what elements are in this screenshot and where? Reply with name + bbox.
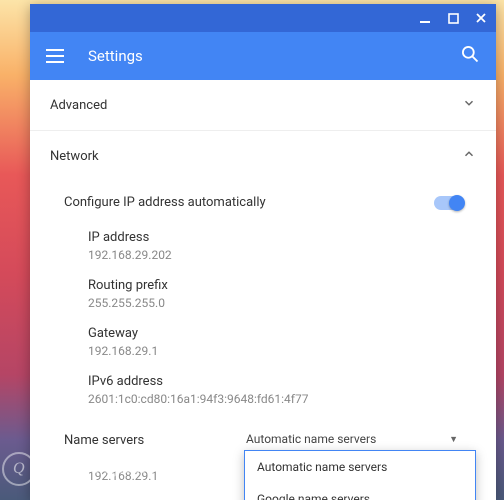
minimize-button[interactable] xyxy=(418,11,432,25)
name-servers-label: Name servers xyxy=(64,433,244,448)
page-title: Settings xyxy=(88,47,460,65)
section-network-label: Network xyxy=(50,149,99,164)
section-advanced: Advanced xyxy=(30,80,496,131)
settings-window: Settings Advanced Network xyxy=(30,4,496,500)
search-icon[interactable] xyxy=(460,44,480,68)
ipv6-label: IPv6 address xyxy=(88,374,476,389)
ip-address-value: 192.168.29.202 xyxy=(88,248,476,262)
ip-address-label: IP address xyxy=(88,230,476,245)
name-servers-dropdown: Automatic name servers Google name serve… xyxy=(244,450,476,500)
gateway-label: Gateway xyxy=(88,326,476,341)
settings-content: Advanced Network Configure IP address au… xyxy=(30,80,496,500)
maximize-button[interactable] xyxy=(446,11,460,25)
gateway-field: Gateway 192.168.29.1 xyxy=(50,320,476,368)
menu-icon[interactable] xyxy=(46,44,70,68)
section-advanced-label: Advanced xyxy=(50,98,107,113)
section-network: Network Configure IP address automatical… xyxy=(30,131,496,500)
chevron-up-icon xyxy=(462,147,476,165)
configure-ip-auto-toggle[interactable] xyxy=(434,196,464,210)
routing-prefix-value: 255.255.255.0 xyxy=(88,296,476,310)
network-body: Configure IP address automatically IP ad… xyxy=(30,181,496,500)
name-servers-row: Name servers Automatic name servers ▼ Au… xyxy=(50,416,476,463)
close-button[interactable] xyxy=(474,11,488,25)
ipv6-field: IPv6 address 2601:1c0:cd80:16a1:94f3:964… xyxy=(50,368,476,416)
window-titlebar xyxy=(30,4,496,32)
dropdown-triangle-icon: ▼ xyxy=(449,434,458,445)
chevron-down-icon xyxy=(462,96,476,114)
name-servers-selected: Automatic name servers xyxy=(246,432,376,446)
ip-address-field: IP address 192.168.29.202 xyxy=(50,224,476,272)
dropdown-option-automatic[interactable]: Automatic name servers xyxy=(245,451,475,483)
gateway-value: 192.168.29.1 xyxy=(88,344,476,358)
ipv6-value: 2601:1c0:cd80:16a1:94f3:9648:fd61:4f77 xyxy=(88,392,476,406)
configure-ip-auto-row: Configure IP address automatically xyxy=(50,185,476,224)
configure-ip-auto-label: Configure IP address automatically xyxy=(64,195,266,210)
routing-prefix-field: Routing prefix 255.255.255.0 xyxy=(50,272,476,320)
toggle-knob xyxy=(449,195,465,211)
section-advanced-header[interactable]: Advanced xyxy=(30,80,496,130)
app-header: Settings xyxy=(30,32,496,80)
dropdown-option-google[interactable]: Google name servers xyxy=(245,483,475,500)
routing-prefix-label: Routing prefix xyxy=(88,278,476,293)
section-network-header[interactable]: Network xyxy=(30,131,496,181)
